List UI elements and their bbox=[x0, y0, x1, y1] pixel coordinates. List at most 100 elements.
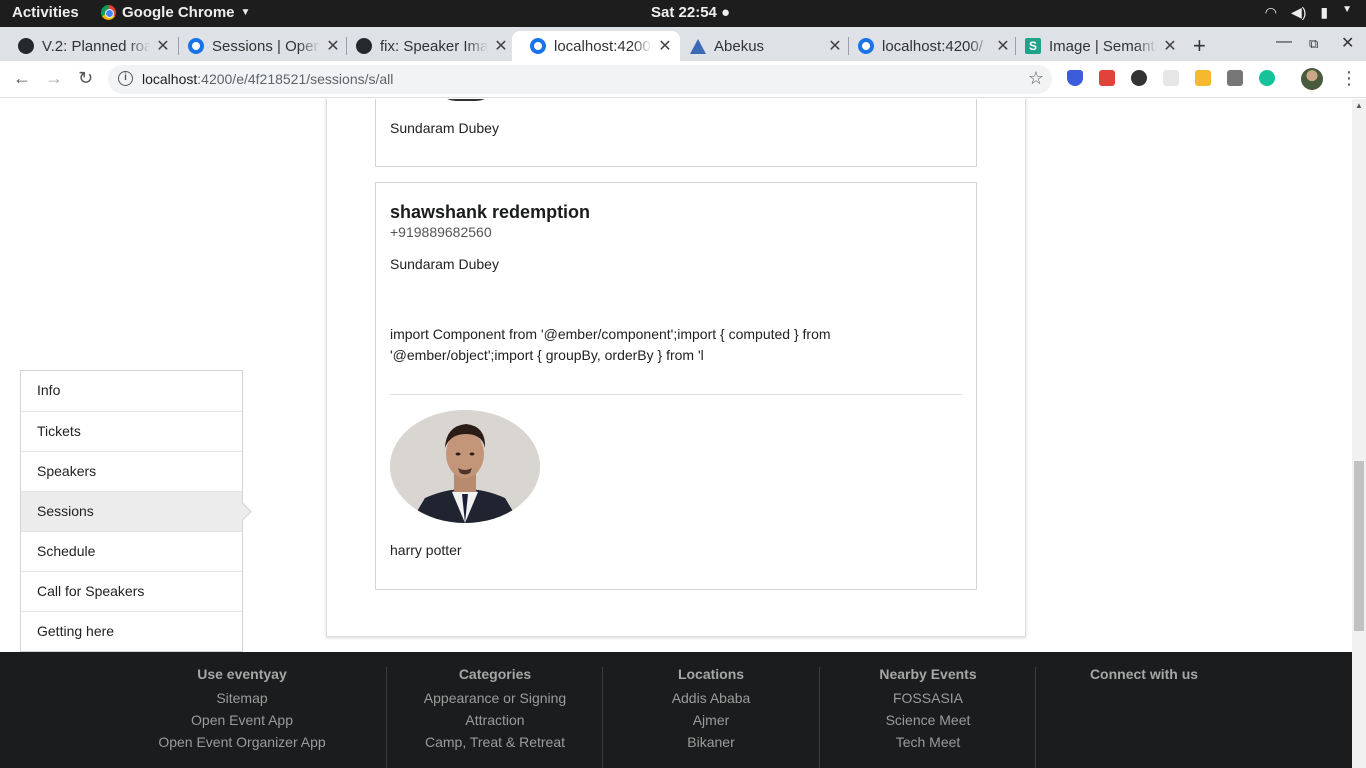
grid-extension-icon[interactable] bbox=[1163, 70, 1179, 86]
evernote-extension-icon[interactable] bbox=[1099, 70, 1115, 86]
tab-title: Sessions | Open bbox=[212, 37, 320, 55]
footer-heading: Use eventyay bbox=[197, 666, 287, 682]
close-window-button[interactable]: ✕ bbox=[1341, 33, 1354, 53]
scroll-up-icon[interactable]: ▲ bbox=[1355, 101, 1363, 110]
footer-link[interactable]: Open Event App bbox=[134, 709, 350, 731]
abekus-icon bbox=[690, 38, 706, 54]
close-icon[interactable]: ✕ bbox=[1163, 36, 1177, 56]
minimize-button[interactable]: — bbox=[1276, 33, 1292, 51]
session-card: shawshank redemption +919889682560 Sunda… bbox=[375, 182, 977, 590]
footer-heading: Categories bbox=[458, 666, 532, 682]
chromium-icon bbox=[530, 38, 546, 54]
tab-title: Image | Semantic bbox=[1049, 37, 1157, 55]
reload-icon[interactable]: ↻ bbox=[78, 68, 93, 89]
footer-column-connect: Connect with us bbox=[1036, 666, 1252, 687]
address-bar[interactable]: i localhost:4200/e/4f218521/sessions/s/a… bbox=[108, 65, 1052, 94]
menu-item-tickets[interactable]: Tickets bbox=[21, 411, 242, 451]
session-card: Sundaram Dubey bbox=[375, 99, 977, 167]
sessions-container: Sundaram Dubey shawshank redemption +919… bbox=[326, 99, 1026, 637]
footer-column-use-eventyay: Use eventyay Sitemap Open Event App Open… bbox=[134, 666, 350, 753]
tab-title: localhost:4200/ bbox=[554, 37, 652, 55]
app-menu-label: Google Chrome bbox=[122, 4, 235, 21]
footer-link[interactable]: Sitemap bbox=[134, 687, 350, 709]
session-speaker: Sundaram Dubey bbox=[390, 120, 499, 136]
tab-semantic-image[interactable]: S Image | Semantic ✕ bbox=[1007, 31, 1185, 61]
tab-title: V.2: Planned road bbox=[42, 37, 150, 55]
footer-link[interactable]: Appearance or Signing bbox=[387, 687, 603, 709]
url-text[interactable]: localhost:4200/e/4f218521/sessions/s/all bbox=[142, 71, 393, 87]
speaker-name: harry potter bbox=[390, 542, 462, 558]
browser-toolbar: ← → ↻ i localhost:4200/e/4f218521/sessio… bbox=[0, 61, 1366, 98]
footer-link[interactable]: Bikaner bbox=[603, 731, 819, 753]
os-top-bar: Activities Google Chrome ▼ Sat 22:54 ● ◠… bbox=[0, 0, 1366, 27]
tab-localhost-active[interactable]: localhost:4200/ ✕ bbox=[512, 31, 680, 61]
menu-item-info[interactable]: Info bbox=[21, 371, 242, 411]
back-arrow-icon[interactable]: ← bbox=[13, 68, 31, 89]
clock[interactable]: Sat 22:54 ● bbox=[651, 4, 730, 21]
more-menu-icon[interactable]: ⋮ bbox=[1340, 68, 1358, 89]
angular-extension-icon[interactable] bbox=[1227, 70, 1243, 86]
scrollbar-thumb[interactable] bbox=[1354, 461, 1364, 631]
footer-link[interactable]: Camp, Treat & Retreat bbox=[387, 731, 603, 753]
honey-extension-icon[interactable] bbox=[1195, 70, 1211, 86]
chromium-icon bbox=[858, 38, 874, 54]
footer: Use eventyay Sitemap Open Event App Open… bbox=[0, 652, 1352, 768]
restore-button[interactable]: ⧉ bbox=[1309, 36, 1318, 52]
footer-column-locations: Locations Addis Ababa Ajmer Bikaner bbox=[603, 666, 819, 753]
footer-link[interactable]: Science Meet bbox=[820, 709, 1036, 731]
github-icon bbox=[356, 38, 372, 54]
info-icon[interactable]: i bbox=[118, 71, 133, 86]
footer-link[interactable]: Open Event Organizer App bbox=[134, 731, 350, 753]
close-icon[interactable]: ✕ bbox=[156, 36, 170, 56]
page-scrollbar[interactable]: ▲ bbox=[1352, 99, 1366, 768]
chrome-icon bbox=[101, 5, 116, 20]
footer-link[interactable]: Addis Ababa bbox=[603, 687, 819, 709]
battery-icon: ▮ bbox=[1320, 4, 1329, 20]
download-extension-icon[interactable] bbox=[1131, 70, 1147, 86]
session-speaker: Sundaram Dubey bbox=[390, 256, 499, 272]
wifi-icon: ◠ bbox=[1264, 4, 1277, 20]
tab-abekus[interactable]: Abekus ✕ bbox=[672, 31, 850, 61]
event-side-menu: Info Tickets Speakers Sessions Schedule … bbox=[20, 370, 243, 652]
github-icon bbox=[18, 38, 34, 54]
tab-sessions-open-event[interactable]: Sessions | Open ✕ bbox=[170, 31, 348, 61]
caret-down-icon: ▼ bbox=[1342, 4, 1352, 15]
forward-arrow-icon[interactable]: → bbox=[45, 68, 63, 89]
volume-icon: ◀) bbox=[1290, 4, 1307, 20]
footer-link[interactable]: FOSSASIA bbox=[820, 687, 1036, 709]
profile-avatar[interactable] bbox=[1301, 68, 1323, 90]
tab-title: fix: Speaker Image bbox=[380, 37, 488, 55]
tab-title: Abekus bbox=[714, 37, 765, 55]
web-page: Sundaram Dubey shawshank redemption +919… bbox=[0, 99, 1352, 768]
footer-link[interactable]: Attraction bbox=[387, 709, 603, 731]
semantic-icon: S bbox=[1025, 38, 1041, 54]
shield-extension-icon[interactable] bbox=[1067, 70, 1083, 86]
menu-item-speakers[interactable]: Speakers bbox=[21, 451, 242, 491]
speaker-image bbox=[390, 410, 540, 523]
footer-heading: Locations bbox=[677, 666, 745, 682]
tab-github-planned-road[interactable]: V.2: Planned road ✕ bbox=[0, 31, 178, 61]
footer-column-nearby-events: Nearby Events FOSSASIA Science Meet Tech… bbox=[820, 666, 1036, 753]
bookmark-star-icon[interactable]: ☆ bbox=[1028, 68, 1044, 89]
footer-column-categories: Categories Appearance or Signing Attract… bbox=[387, 666, 603, 753]
menu-item-schedule[interactable]: Schedule bbox=[21, 531, 242, 571]
close-icon[interactable]: ✕ bbox=[658, 36, 672, 56]
footer-heading: Connect with us bbox=[1089, 666, 1199, 682]
session-phone: +919889682560 bbox=[390, 224, 492, 240]
activities-button[interactable]: Activities bbox=[12, 4, 79, 21]
grammarly-extension-icon[interactable] bbox=[1259, 70, 1275, 86]
tab-strip: V.2: Planned road ✕ Sessions | Open ✕ fi… bbox=[0, 27, 1366, 61]
menu-item-sessions[interactable]: Sessions bbox=[21, 491, 242, 531]
footer-link[interactable]: Ajmer bbox=[603, 709, 819, 731]
app-menu[interactable]: Google Chrome ▼ bbox=[101, 4, 250, 21]
new-tab-button[interactable]: + bbox=[1193, 33, 1206, 59]
close-icon[interactable]: ✕ bbox=[494, 36, 508, 56]
menu-item-getting-here[interactable]: Getting here bbox=[21, 611, 242, 651]
footer-heading: Nearby Events bbox=[879, 666, 977, 682]
system-tray[interactable]: ◠ ◀) ▮ ▼ bbox=[1265, 4, 1352, 21]
tab-localhost-2[interactable]: localhost:4200/ ✕ bbox=[840, 31, 1018, 61]
footer-link[interactable]: Tech Meet bbox=[820, 731, 1036, 753]
session-description: import Component from '@ember/component'… bbox=[390, 326, 831, 363]
menu-item-call-for-speakers[interactable]: Call for Speakers bbox=[21, 571, 242, 611]
tab-github-speaker-image[interactable]: fix: Speaker Image ✕ bbox=[338, 31, 516, 61]
